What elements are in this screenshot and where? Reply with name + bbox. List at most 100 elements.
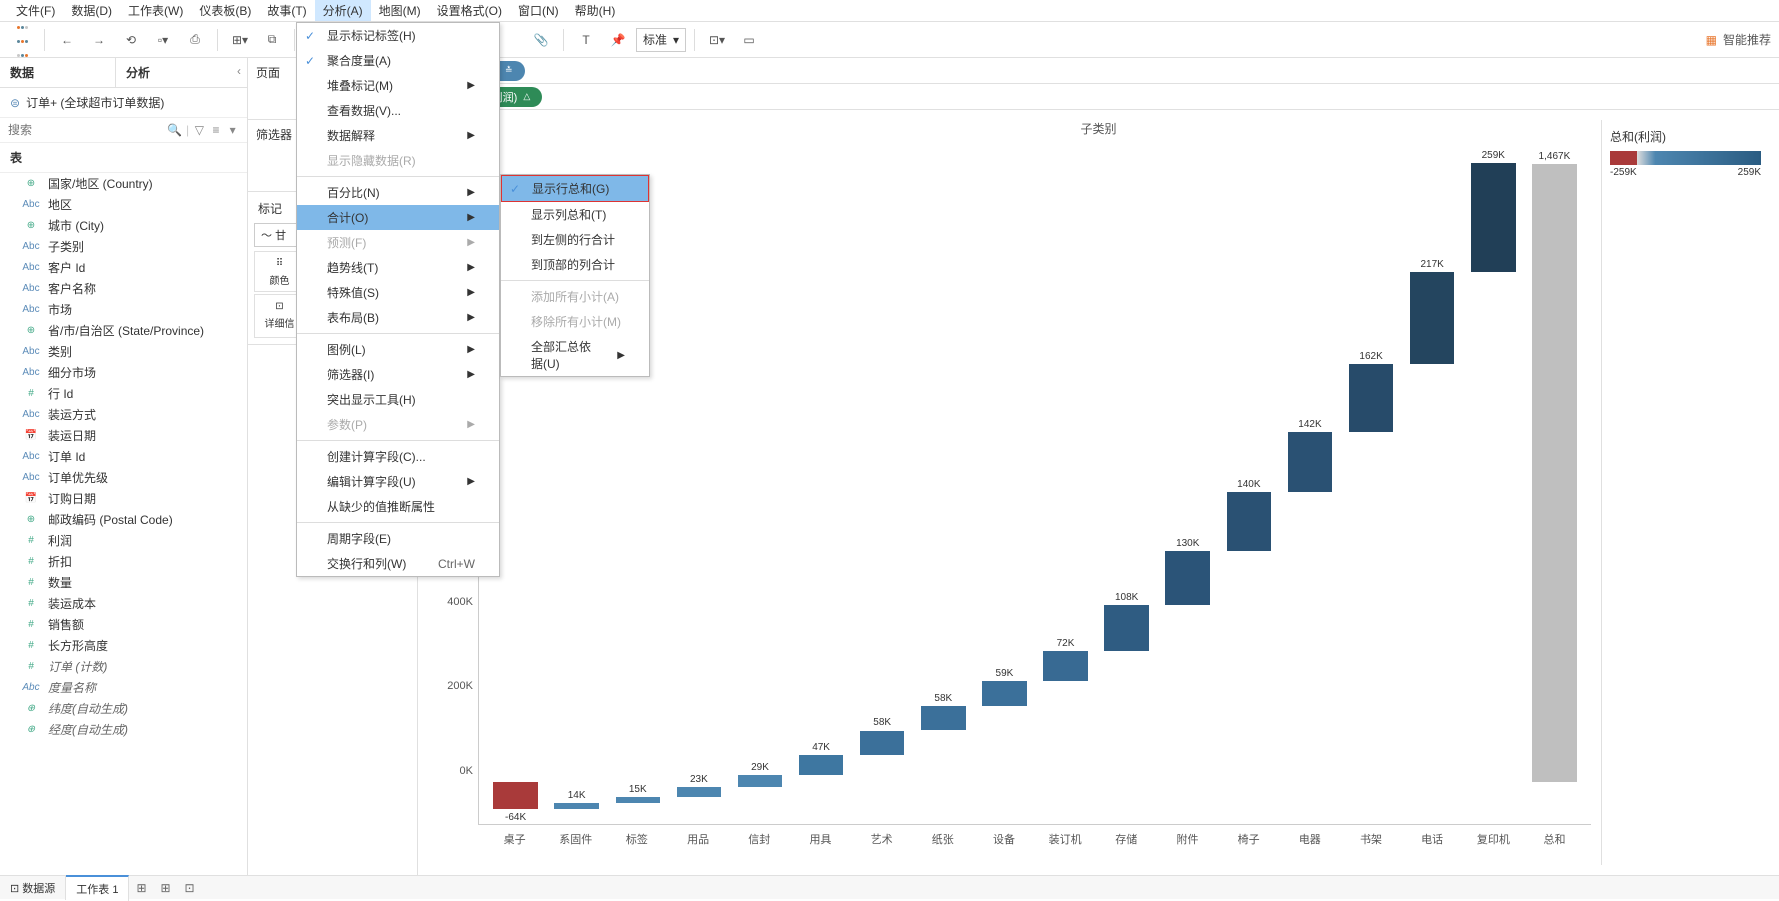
- presentation-icon[interactable]: ▭: [735, 27, 763, 53]
- pin2-icon[interactable]: 📌: [604, 27, 632, 53]
- field-item[interactable]: Abc细分市场: [0, 362, 247, 383]
- menu-item[interactable]: 特殊值(S)▶: [297, 280, 499, 305]
- menu-item[interactable]: 百分比(N)▶: [297, 180, 499, 205]
- bar[interactable]: 58K: [854, 150, 911, 824]
- field-item[interactable]: ⊕国家/地区 (Country): [0, 173, 247, 194]
- fit-dropdown[interactable]: 标准▾: [636, 28, 686, 52]
- menu-item[interactable]: 编辑计算字段(U)▶: [297, 469, 499, 494]
- menu-item[interactable]: 表布局(B)▶: [297, 305, 499, 330]
- field-item[interactable]: ⊕省/市/自治区 (State/Province): [0, 320, 247, 341]
- bar[interactable]: 108K: [1098, 150, 1155, 824]
- save-icon[interactable]: ▫▾: [149, 27, 177, 53]
- sheet-tab[interactable]: 工作表 1: [66, 875, 129, 901]
- field-item[interactable]: Abc地区: [0, 194, 247, 215]
- menu-item[interactable]: 筛选器(I)▶: [297, 362, 499, 387]
- field-item[interactable]: Abc客户 Id: [0, 257, 247, 278]
- menu-item[interactable]: 查看数据(V)...: [297, 98, 499, 123]
- bar[interactable]: 162K: [1343, 150, 1400, 824]
- menu-5[interactable]: 分析(A): [315, 0, 371, 21]
- bar[interactable]: 47K: [793, 150, 850, 824]
- chevron-down-icon[interactable]: ▾: [226, 122, 239, 138]
- data-tab[interactable]: 数据: [0, 58, 116, 87]
- field-item[interactable]: #装运成本: [0, 593, 247, 614]
- field-item[interactable]: #行 Id: [0, 383, 247, 404]
- menu-item[interactable]: 堆叠标记(M)▶: [297, 73, 499, 98]
- new-sheet-icon[interactable]: ⊞▾: [226, 27, 254, 53]
- bar[interactable]: 130K: [1159, 150, 1216, 824]
- menu-item[interactable]: 图例(L)▶: [297, 337, 499, 362]
- show-hide-icon[interactable]: ⊡▾: [703, 27, 731, 53]
- menu-9[interactable]: 帮助(H): [567, 0, 624, 21]
- menu-1[interactable]: 数据(D): [63, 0, 120, 21]
- field-item[interactable]: Abc装运方式: [0, 404, 247, 425]
- menu-7[interactable]: 设置格式(O): [429, 0, 510, 21]
- menu-item[interactable]: 合计(O)▶: [297, 205, 499, 230]
- new-datasource-icon[interactable]: ⎙: [181, 27, 209, 53]
- menu-item[interactable]: ✓显示标记标签(H): [297, 23, 499, 48]
- legend-gradient[interactable]: [1610, 151, 1761, 165]
- menu-3[interactable]: 仪表板(B): [191, 0, 259, 21]
- rows-shelf[interactable]: ≡ 总和(利润)△: [418, 84, 1779, 110]
- bar[interactable]: 217K: [1404, 150, 1461, 824]
- menu-4[interactable]: 故事(T): [259, 0, 314, 21]
- field-item[interactable]: #长方形高度: [0, 635, 247, 656]
- new-dashboard-icon[interactable]: ⊞: [153, 881, 177, 895]
- field-item[interactable]: #销售额: [0, 614, 247, 635]
- datasource-tab[interactable]: ⊡ 数据源: [0, 876, 66, 900]
- field-item[interactable]: Abc度量名称: [0, 677, 247, 698]
- search-icon[interactable]: 🔍: [167, 122, 182, 138]
- new-worksheet-icon[interactable]: ⊞: [129, 881, 153, 895]
- menu-item[interactable]: ✓显示行总和(G): [501, 175, 649, 202]
- bar[interactable]: 1,467K: [1526, 150, 1583, 824]
- bar[interactable]: 259K: [1465, 150, 1522, 824]
- field-item[interactable]: Abc子类别: [0, 236, 247, 257]
- forward-icon[interactable]: →: [85, 27, 113, 53]
- menu-item[interactable]: 交换行和列(W)Ctrl+W: [297, 551, 499, 576]
- analytics-tab[interactable]: 分析: [116, 58, 231, 87]
- bar[interactable]: 140K: [1220, 150, 1277, 824]
- menu-item[interactable]: 突出显示工具(H): [297, 387, 499, 412]
- pin-icon[interactable]: 📎: [527, 27, 555, 53]
- field-item[interactable]: Abc订单 Id: [0, 446, 247, 467]
- columns-shelf[interactable]: ≡ 子类别≛: [418, 58, 1779, 84]
- field-item[interactable]: 📅订购日期: [0, 488, 247, 509]
- field-item[interactable]: #折扣: [0, 551, 247, 572]
- menu-item[interactable]: ✓聚合度量(A): [297, 48, 499, 73]
- field-item[interactable]: ⊕邮政编码 (Postal Code): [0, 509, 247, 530]
- tableau-logo[interactable]: [8, 27, 36, 53]
- field-item[interactable]: #数量: [0, 572, 247, 593]
- menu-8[interactable]: 窗口(N): [510, 0, 567, 21]
- menu-item[interactable]: 从缺少的值推断属性: [297, 494, 499, 519]
- filter-icon[interactable]: ▽: [193, 122, 206, 138]
- back-icon[interactable]: ←: [53, 27, 81, 53]
- list-icon[interactable]: ≡: [210, 122, 223, 138]
- datasource-item[interactable]: ⊜ 订单+ (全球超市订单数据): [0, 88, 247, 118]
- collapse-icon[interactable]: ‹: [231, 58, 247, 87]
- search-input[interactable]: [8, 123, 163, 137]
- field-item[interactable]: Abc订单优先级: [0, 467, 247, 488]
- menu-item[interactable]: 到左侧的行合计: [501, 227, 649, 252]
- menu-item[interactable]: 全部汇总依据(U)▶: [501, 334, 649, 376]
- menu-item[interactable]: 显示列总和(T): [501, 202, 649, 227]
- bar[interactable]: 23K: [670, 150, 727, 824]
- bar[interactable]: 59K: [976, 150, 1033, 824]
- menu-item[interactable]: 数据解释▶: [297, 123, 499, 148]
- smart-recommend-button[interactable]: ▦ 智能推荐: [1706, 31, 1771, 48]
- bar[interactable]: 58K: [915, 150, 972, 824]
- duplicate-icon[interactable]: ⧉: [258, 27, 286, 53]
- field-item[interactable]: #订单 (计数): [0, 656, 247, 677]
- field-item[interactable]: Abc市场: [0, 299, 247, 320]
- refresh-icon[interactable]: ⟲: [117, 27, 145, 53]
- field-item[interactable]: ⊕经度(自动生成): [0, 719, 247, 740]
- menu-item[interactable]: 周期字段(E): [297, 526, 499, 551]
- field-item[interactable]: ⊕城市 (City): [0, 215, 247, 236]
- field-item[interactable]: #利润: [0, 530, 247, 551]
- bar[interactable]: 29K: [731, 150, 788, 824]
- field-item[interactable]: Abc客户名称: [0, 278, 247, 299]
- bar[interactable]: 72K: [1037, 150, 1094, 824]
- field-item[interactable]: Abc类别: [0, 341, 247, 362]
- field-item[interactable]: ⊕纬度(自动生成): [0, 698, 247, 719]
- menu-item[interactable]: 到顶部的列合计: [501, 252, 649, 277]
- menu-6[interactable]: 地图(M): [371, 0, 429, 21]
- field-item[interactable]: 📅装运日期: [0, 425, 247, 446]
